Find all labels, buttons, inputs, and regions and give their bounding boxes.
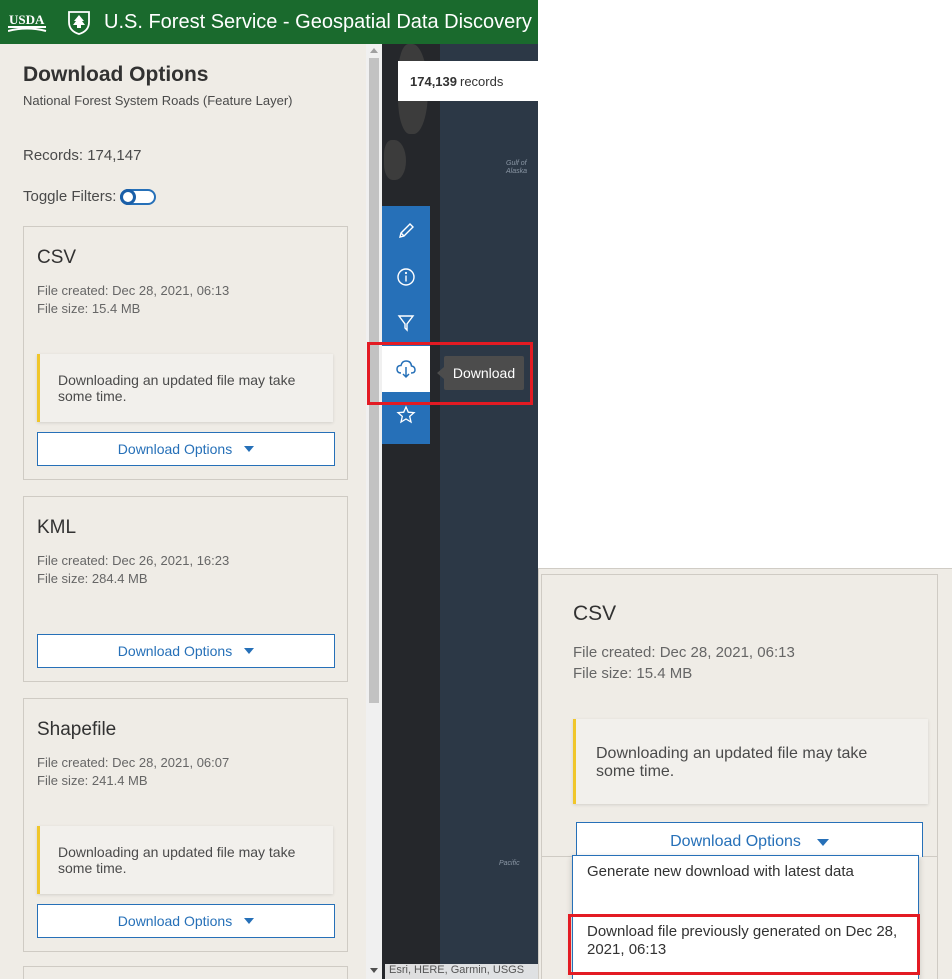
app-title: U.S. Forest Service - Geospatial Data Di… (104, 11, 532, 33)
file-created: File created: Dec 28, 2021, 06:07 (37, 755, 230, 770)
map-landmass (384, 140, 406, 180)
filter-icon (397, 315, 415, 332)
app-header: USDA U.S. Forest Service - Geospatial Da… (0, 0, 538, 44)
download-options-button[interactable]: Download Options (37, 634, 335, 668)
scroll-down-arrow-icon[interactable] (370, 968, 378, 973)
map-label-pacific: Pacific (499, 860, 520, 867)
previous-file-highlight-box (568, 914, 920, 975)
button-label: Download Options (117, 441, 233, 457)
toggle-filters-row: Toggle Filters: (23, 188, 157, 205)
csv-card: CSV File created: Dec 28, 2021, 06:13 Fi… (23, 226, 348, 480)
zoomed-inset: CSV File created: Dec 28, 2021, 06:13 Fi… (538, 568, 952, 979)
map-records-badge: 174,139 records (398, 61, 538, 101)
download-options-button[interactable]: Download Options (37, 432, 335, 466)
map-toolbar (382, 206, 430, 444)
pencil-icon (399, 223, 414, 238)
button-label: Download Options (117, 643, 233, 659)
inset-update-notice: Downloading an updated file may take som… (573, 719, 928, 804)
svg-text:USDA: USDA (9, 12, 45, 27)
toggle-filters-label: Toggle Filters: (23, 188, 117, 205)
inset-csv-card: CSV File created: Dec 28, 2021, 06:13 Fi… (541, 574, 938, 862)
map-records-count: 174,139 (410, 73, 457, 89)
map-records-word: records (460, 73, 504, 89)
file-created: File created: Dec 28, 2021, 06:13 (573, 644, 795, 661)
card-file-meta: File created: Dec 26, 2021, 16:23 File s… (37, 552, 229, 588)
toggle-filters-switch[interactable] (120, 188, 157, 205)
records-count: Records: 174,147 (23, 147, 142, 164)
file-created: File created: Dec 28, 2021, 06:13 (37, 283, 230, 298)
file-created: File created: Dec 26, 2021, 16:23 (37, 553, 230, 568)
caret-down-icon (244, 446, 255, 452)
kml-card: KML File created: Dec 26, 2021, 16:23 Fi… (23, 496, 348, 682)
edit-tool-button[interactable] (382, 208, 430, 254)
file-size: File size: 241.4 MB (37, 773, 148, 788)
map-ocean[interactable] (440, 44, 538, 979)
scroll-up-arrow-icon[interactable] (370, 48, 378, 53)
file-size: File size: 15.4 MB (573, 665, 693, 682)
notice-text: Downloading an updated file may take som… (596, 745, 868, 780)
update-notice: Downloading an updated file may take som… (37, 826, 333, 894)
map-view[interactable] (382, 44, 440, 979)
card-title: Shapefile (37, 719, 117, 740)
notice-text: Downloading an updated file may take som… (58, 372, 296, 404)
panel-subtitle: National Forest System Roads (Feature La… (23, 93, 293, 108)
inset-card-title: CSV (573, 602, 617, 625)
generate-new-download-option[interactable]: Generate new download with latest data (573, 863, 918, 881)
file-size: File size: 284.4 MB (37, 571, 148, 586)
panel-title: Download Options (23, 63, 209, 86)
card-title: CSV (37, 247, 77, 268)
map-attribution: Esri, HERE, Garmin, USGS (385, 964, 538, 979)
update-notice: Downloading an updated file may take som… (37, 354, 333, 422)
caret-down-icon (816, 838, 829, 846)
panel-scrollbar[interactable] (366, 44, 382, 979)
toggle-knob (120, 188, 137, 205)
usda-logo: USDA (8, 12, 47, 32)
card-file-meta: File created: Dec 28, 2021, 06:07 File s… (37, 754, 229, 790)
shapefile-card: Shapefile File created: Dec 28, 2021, 06… (23, 698, 348, 952)
button-label: Download Options (670, 833, 801, 850)
button-label: Download Options (117, 913, 233, 929)
info-tool-button[interactable] (382, 254, 430, 300)
caret-down-icon (244, 918, 255, 924)
forest-service-shield-icon (68, 11, 90, 35)
download-options-panel: Download Options National Forest System … (0, 44, 366, 979)
card-file-meta: File created: Dec 28, 2021, 06:13 File s… (37, 282, 229, 318)
star-icon (396, 405, 416, 424)
inset-file-meta: File created: Dec 28, 2021, 06:13 File s… (573, 642, 795, 684)
caret-down-icon (244, 648, 255, 654)
download-options-button[interactable]: Download Options (37, 904, 335, 938)
file-size: File size: 15.4 MB (37, 301, 141, 316)
next-card (23, 966, 348, 979)
map-label-gulf: Gulf of Alaska (506, 160, 528, 175)
card-title: KML (37, 517, 77, 538)
download-highlight-box (367, 342, 533, 405)
filter-tool-button[interactable] (382, 300, 430, 346)
notice-text: Downloading an updated file may take som… (58, 844, 296, 876)
info-icon (397, 268, 415, 286)
